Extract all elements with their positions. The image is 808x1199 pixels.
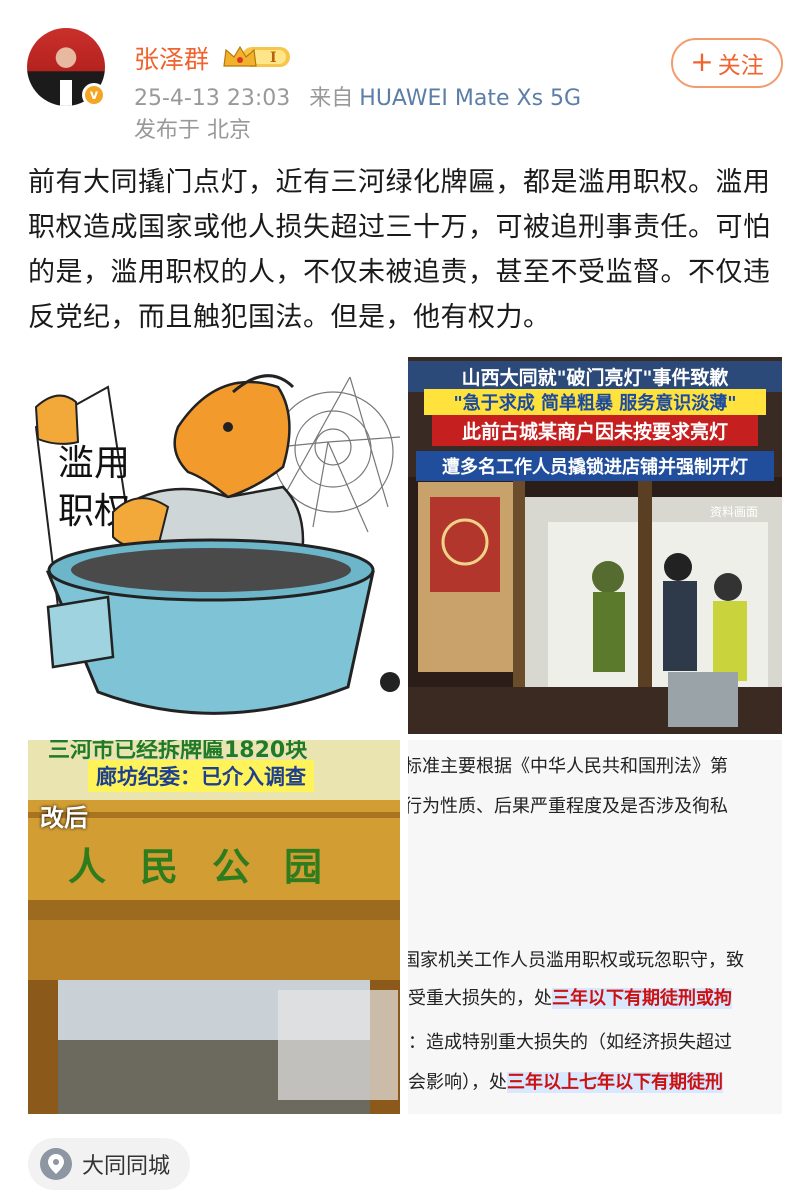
- park-subheadline: 廊坊纪委：已介入调查: [88, 760, 314, 792]
- law-line-5: ：造成特别重大损失的（如经济损失超过: [408, 1032, 732, 1053]
- level-badge-text: I: [270, 50, 277, 66]
- post-body-text: 前有大同撬门点灯，近有三河绿化牌匾，都是滥用职权。滥用职权造成国家或他人损失超过…: [28, 167, 771, 333]
- follow-button[interactable]: + 关注: [671, 38, 783, 88]
- law-line-6-a: 会影响），处: [408, 1072, 507, 1093]
- news-caption-3: 此前古城某商户因未按要求亮灯: [432, 415, 758, 446]
- sign-line-1: 滥用: [58, 443, 130, 484]
- location-pin-icon: [40, 1148, 72, 1180]
- source-prefix: 来自: [309, 86, 354, 111]
- law-line-4-a: 受重大损失的，处: [408, 988, 552, 1009]
- cartoon-drawing: 滥用 职权: [34, 374, 400, 715]
- law-line-6-highlight: 三年以上七年以下有期徒刑: [507, 1072, 723, 1093]
- author-name[interactable]: 张泽群: [134, 40, 209, 76]
- law-line-4-highlight: 三年以下有期徒刑或拘: [552, 988, 732, 1009]
- topic-chip[interactable]: 大同同城: [28, 1138, 191, 1190]
- law-line-4: 受重大损失的，处三年以下有期徒刑或拘: [408, 984, 732, 1010]
- post-image-news-still[interactable]: 山西大同就"破门亮灯"事件致歉 "急于求成 简单粗暴 服务意识淡薄" 此前古城某…: [408, 357, 782, 734]
- post-meta: 25-4-13 23:03 来自 HUAWEI Mate Xs 5G: [134, 80, 581, 112]
- news-caption-1: 山西大同就"破门亮灯"事件致歉: [408, 361, 782, 392]
- post-location: 发布于 北京: [134, 118, 251, 143]
- law-line-6: 会影响），处三年以上七年以下有期徒刑: [408, 1068, 723, 1094]
- plus-icon: +: [690, 45, 714, 78]
- verified-badge-icon: v: [82, 83, 106, 107]
- post-timestamp: 25-4-13 23:03: [134, 86, 291, 111]
- news-watermark: 资料画面: [709, 505, 758, 519]
- law-line-3: 国家机关工作人员滥用职权或玩忽职守，致: [408, 950, 744, 971]
- post-image-cartoon[interactable]: 滥用 职权: [28, 357, 400, 734]
- crown-level-badge-icon: I: [223, 45, 290, 67]
- gate-scene: [28, 740, 400, 1114]
- topic-label: 大同同城: [82, 1154, 171, 1179]
- post-image-park-gate[interactable]: 三河市已经拆牌匾1820块 廊坊纪委：已介入调查 改后 人民公园: [28, 740, 400, 1114]
- post-image-law-excerpt[interactable]: 标准主要根据《中华人民共和国刑法》第 行为性质、后果严重程度及是否涉及徇私 国家…: [408, 740, 782, 1114]
- law-line-2: 行为性质、后果严重程度及是否涉及徇私: [408, 796, 728, 817]
- source-device-link[interactable]: HUAWEI Mate Xs 5G: [359, 86, 581, 111]
- law-line-1: 标准主要根据《中华人民共和国刑法》第: [408, 756, 728, 777]
- news-caption-4: 遭多名工作人员撬锁进店铺并强制开灯: [416, 451, 774, 481]
- news-caption-2: "急于求成 简单粗暴 服务意识淡薄": [424, 389, 766, 415]
- park-after-tag: 改后: [40, 804, 88, 832]
- avatar-shirt: [60, 80, 72, 106]
- park-gate-sign: 人民公园: [68, 844, 357, 889]
- follow-label: 关注: [717, 53, 764, 79]
